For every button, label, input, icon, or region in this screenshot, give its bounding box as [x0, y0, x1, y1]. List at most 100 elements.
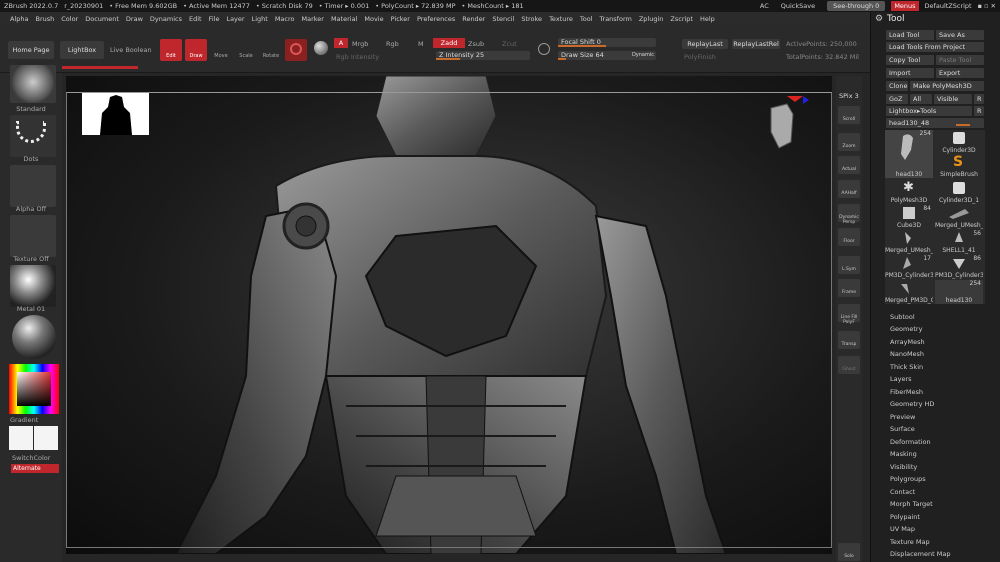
menu-movie[interactable]: Movie [364, 15, 383, 23]
persp-button[interactable]: Dynamic Persp [838, 204, 860, 225]
subpalette-surface[interactable]: Surface [890, 425, 915, 433]
live-boolean-button[interactable]: Live Boolean [110, 46, 152, 54]
tool-pm3d-cylinder3-b[interactable]: 86 PM3D_Cylinder3 [935, 255, 983, 279]
r-button-2[interactable]: R [974, 106, 984, 116]
subpalette-thick-skin[interactable]: Thick Skin [890, 363, 923, 371]
zcut-button[interactable]: Zcut [502, 40, 517, 48]
tool-polymesh3d[interactable]: ✱ PolyMesh3D [885, 180, 933, 204]
subpalette-preview[interactable]: Preview [890, 413, 915, 421]
rgb-button[interactable]: Rgb [386, 40, 399, 48]
r-button[interactable]: R [974, 94, 984, 104]
gizmo-icon[interactable] [285, 39, 307, 61]
menu-color[interactable]: Color [61, 15, 78, 23]
draw-size-slider[interactable]: Draw Size 64 Dynamic [558, 51, 656, 60]
menu-preferences[interactable]: Preferences [417, 15, 455, 23]
menu-alpha[interactable]: Alpha [10, 15, 28, 23]
all-button[interactable]: All [910, 94, 932, 104]
scroll-button[interactable]: Scroll [838, 106, 860, 124]
tool-merged-umesh-a[interactable]: Merged_UMesh_ [935, 205, 983, 229]
zsub-button[interactable]: Zsub [468, 40, 484, 48]
quicksave-button[interactable]: QuickSave [775, 2, 821, 10]
default-zscript-button[interactable]: DefaultZScript [925, 2, 972, 10]
lightbox-tools-button[interactable]: Lightbox▸Tools [886, 106, 972, 116]
matcap-sphere-icon[interactable] [12, 315, 56, 359]
move-mode-button[interactable]: Move [210, 39, 232, 61]
subpalette-geometry[interactable]: Geometry [890, 325, 922, 333]
menu-transform[interactable]: Transform [600, 15, 632, 23]
actual-button[interactable]: Actual [838, 156, 860, 174]
aahalf-button[interactable]: AAHalf [838, 180, 860, 198]
focal-shift-slider[interactable]: Focal Shift 0 [558, 38, 656, 47]
menu-macro[interactable]: Macro [275, 15, 295, 23]
rotate-mode-button[interactable]: Rotate [260, 39, 282, 61]
menu-zplugin[interactable]: Zplugin [639, 15, 664, 23]
scale-mode-button[interactable]: Scale [235, 39, 257, 61]
menu-texture[interactable]: Texture [549, 15, 573, 23]
subpalette-fibermesh[interactable]: FiberMesh [890, 388, 923, 396]
alternate-button[interactable]: Alternate [11, 464, 59, 473]
floor-button[interactable]: Floor [838, 228, 860, 246]
rgb-intensity-slider[interactable]: Rgb Intensity [336, 53, 379, 61]
menu-light[interactable]: Light [252, 15, 268, 23]
copy-tool-button[interactable]: Copy Tool [886, 55, 934, 65]
menu-render[interactable]: Render [462, 15, 485, 23]
tool-head130[interactable]: 254 head130 [885, 130, 933, 178]
sphere-material-icon[interactable] [314, 41, 328, 55]
lightbox-button[interactable]: LightBox [60, 41, 104, 59]
menu-marker[interactable]: Marker [301, 15, 323, 23]
home-page-button[interactable]: Home Page [8, 41, 54, 59]
tool-pm3d-cylinder3-a[interactable]: 17 PM3D_Cylinder3 [885, 255, 933, 279]
menu-help[interactable]: Help [700, 15, 715, 23]
save-as-button[interactable]: Save As [936, 30, 984, 40]
material-thumbnail[interactable] [10, 265, 56, 307]
zoom-button[interactable]: Zoom [838, 133, 860, 151]
m-button[interactable]: M [418, 40, 424, 48]
edit-mode-button[interactable]: Edit [160, 39, 182, 61]
subpalette-masking[interactable]: Masking [890, 450, 917, 458]
menu-draw[interactable]: Draw [126, 15, 143, 23]
export-button[interactable]: Export [936, 68, 984, 78]
subpalette-geometry-hd[interactable]: Geometry HD [890, 400, 934, 408]
main-color-swatch[interactable] [9, 426, 33, 450]
menu-stencil[interactable]: Stencil [492, 15, 514, 23]
tool-head130-b[interactable]: 254 head130 [935, 280, 983, 304]
z-intensity-slider[interactable]: Z Intensity 25 [436, 51, 530, 60]
load-from-project-button[interactable]: Load Tools From Project [886, 42, 984, 52]
tool-shell1-41[interactable]: 56 SHELL1_41 [935, 230, 983, 254]
tool-simplebrush[interactable]: S SimpleBrush [935, 154, 983, 178]
subpalette-polygroups[interactable]: Polygroups [890, 475, 926, 483]
tool-merged-pm3d[interactable]: Merged_PM3D_C [885, 280, 933, 304]
subpalette-nanomesh[interactable]: NanoMesh [890, 350, 924, 358]
menu-tool[interactable]: Tool [580, 15, 593, 23]
stroke-thumbnail[interactable] [10, 115, 56, 157]
ac-label[interactable]: AC [760, 2, 769, 10]
menu-document[interactable]: Document [85, 15, 119, 23]
brush-thumbnail[interactable] [10, 65, 56, 103]
menu-zscript[interactable]: Zscript [670, 15, 693, 23]
menu-stroke[interactable]: Stroke [521, 15, 542, 23]
subpalette-visibility[interactable]: Visibility [890, 463, 917, 471]
subpalette-layers[interactable]: Layers [890, 375, 912, 383]
subpalette-displacement-map[interactable]: Displacement Map [890, 550, 950, 558]
spix-slider[interactable]: SPix 3 [839, 92, 859, 100]
tool-cylinder3d-1[interactable]: Cylinder3D_1 [935, 180, 983, 204]
tool-merged-umesh-b[interactable]: Merged_UMesh_ [885, 230, 933, 254]
subpalette-contact[interactable]: Contact [890, 488, 915, 496]
visible-button[interactable]: Visible [934, 94, 972, 104]
window-controls[interactable]: ▪ ▫ ✕ [978, 2, 996, 10]
subpalette-arraymesh[interactable]: ArrayMesh [890, 338, 925, 346]
zadd-button[interactable]: Zadd [433, 38, 465, 48]
secondary-color-swatch[interactable] [34, 426, 58, 450]
replay-last-rel-button[interactable]: ReplayLastRel [732, 39, 780, 49]
goz-button[interactable]: GoZ [886, 94, 908, 104]
menu-dynamics[interactable]: Dynamics [150, 15, 182, 23]
menu-material[interactable]: Material [331, 15, 357, 23]
clone-button[interactable]: Clone [886, 81, 908, 91]
import-button[interactable]: Import [886, 68, 934, 78]
replay-last-button[interactable]: ReplayLast [682, 39, 728, 49]
solo-button[interactable]: Solo [838, 543, 860, 561]
load-tool-button[interactable]: Load Tool [886, 30, 934, 40]
paste-tool-button[interactable]: Paste Tool [936, 55, 984, 65]
subpalette-deformation[interactable]: Deformation [890, 438, 931, 446]
polyf-button[interactable]: Line Fill PolyF [838, 304, 860, 325]
